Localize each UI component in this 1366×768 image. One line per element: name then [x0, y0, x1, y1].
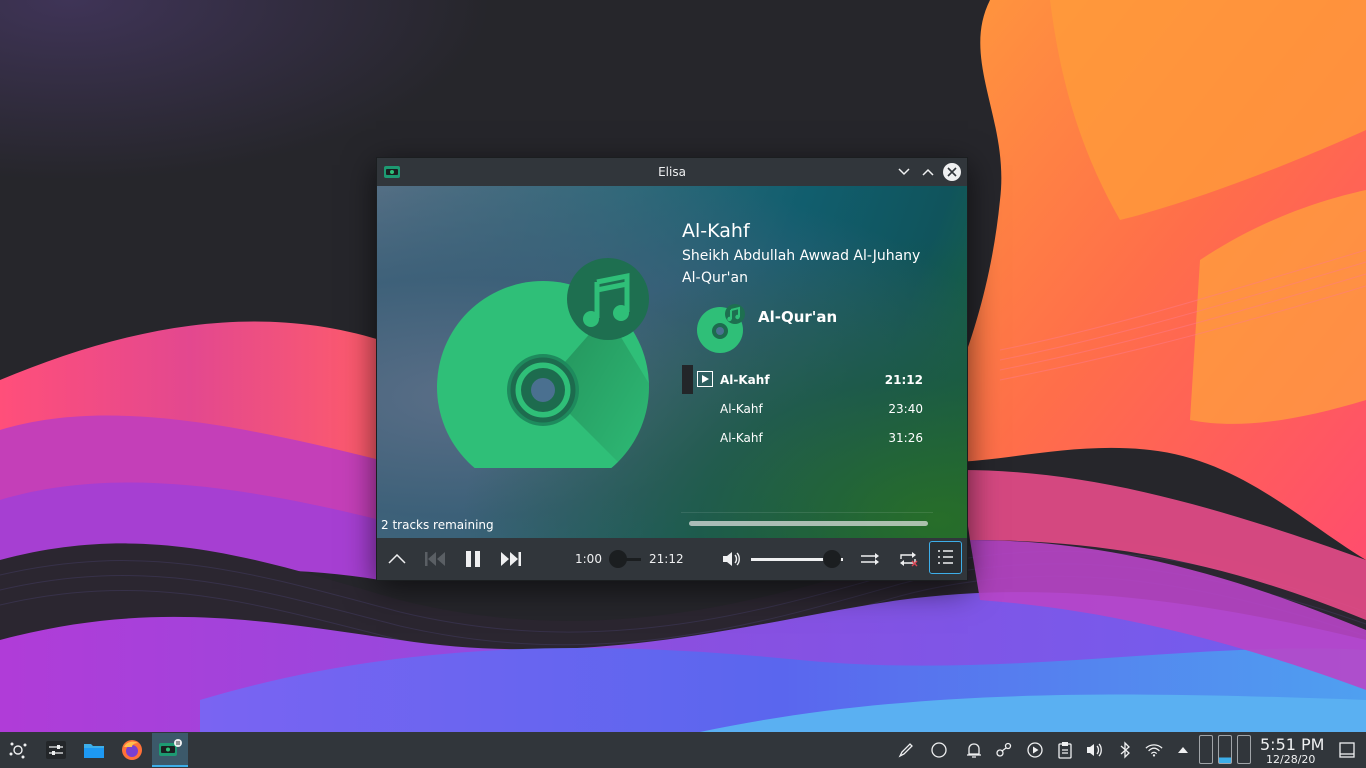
album-thumbnail [697, 304, 745, 353]
skip-forward-icon [501, 552, 521, 566]
notifications-tray[interactable] [965, 741, 983, 759]
kde-connect-icon [996, 742, 1012, 757]
pen-icon [898, 743, 913, 758]
pager-desktop-2[interactable] [1218, 735, 1232, 764]
album-cover-image [437, 258, 649, 468]
taskbar-file-manager[interactable] [82, 738, 106, 762]
track-name: Al-Kahf [720, 373, 770, 387]
network-tray[interactable] [1145, 741, 1163, 759]
track-name: Al-Kahf [720, 402, 763, 416]
clock-date[interactable]: 12/28/20 [1266, 753, 1315, 766]
pager-desktop-1[interactable] [1199, 735, 1213, 764]
volume-slider-handle[interactable] [822, 550, 841, 568]
chevron-down-icon [898, 168, 910, 176]
shuffle-button[interactable] [859, 549, 881, 569]
playlist-scrollbar[interactable] [689, 521, 928, 526]
close-icon [947, 167, 957, 177]
window-title: Elisa [658, 165, 686, 179]
taskbar-firefox[interactable] [120, 738, 144, 762]
play-circle-icon [1027, 742, 1043, 758]
pager-desktop-3[interactable] [1237, 735, 1251, 764]
media-player-tray[interactable] [1026, 741, 1044, 759]
expand-header-button[interactable] [387, 549, 407, 569]
taskbar-panel: 5:51 PM 12/28/20 [0, 732, 1366, 768]
repeat-button[interactable] [897, 549, 919, 569]
playlist-separator [681, 512, 933, 513]
repeat-off-icon [900, 552, 918, 567]
shuffle-icon [861, 553, 879, 565]
elisa-window: Elisa Al-Kahf Sheikh Abdullah Awwad Al-J… [376, 157, 968, 581]
taskbar-system-settings[interactable] [44, 738, 68, 762]
bluetooth-tray[interactable] [1116, 741, 1134, 759]
skip-back-icon [425, 552, 445, 566]
next-track-button[interactable] [499, 549, 523, 569]
track-duration: 23:40 [888, 402, 923, 416]
current-track-album: Al-Qur'an [682, 270, 748, 286]
total-time: 21:12 [649, 552, 684, 566]
window-titlebar[interactable]: Elisa [377, 158, 967, 186]
clipboard-tray[interactable] [1056, 741, 1074, 759]
application-launcher-button[interactable] [6, 738, 30, 762]
previous-track-button[interactable] [423, 549, 447, 569]
playlist-track-row[interactable]: Al-Kahf 21:12 [681, 365, 933, 394]
current-track-artist: Sheikh Abdullah Awwad Al-Juhany [682, 248, 921, 264]
playlist-album-header: Al-Qur'an [758, 308, 838, 326]
current-track-marker [682, 365, 693, 394]
elapsed-time: 1:00 [575, 552, 602, 566]
chevron-up-icon [388, 554, 406, 564]
pause-icon [466, 551, 480, 567]
bluetooth-icon [1120, 741, 1130, 759]
playback-controls-bar: 1:00 21:12 [377, 538, 967, 580]
current-track-title: Al-Kahf [682, 220, 750, 242]
kde-connect-tray[interactable] [995, 741, 1013, 759]
chevron-up-icon [922, 168, 934, 176]
tracks-remaining-label: 2 tracks remaining [381, 518, 494, 532]
elisa-app-icon [159, 739, 182, 756]
seek-slider-handle[interactable] [609, 550, 627, 568]
minimize-button[interactable] [895, 163, 913, 181]
annotate-tray[interactable] [897, 741, 915, 759]
playing-indicator-icon [697, 371, 713, 387]
maximize-button[interactable] [919, 163, 937, 181]
mute-button[interactable] [722, 549, 742, 569]
playlist-track-row[interactable]: Al-Kahf 23:40 [681, 394, 933, 423]
circle-icon [931, 742, 947, 758]
folder-icon [84, 744, 104, 758]
caret-up-icon [1178, 747, 1188, 753]
search-tray[interactable] [930, 741, 948, 759]
now-playing-header: Al-Kahf Sheikh Abdullah Awwad Al-Juhany … [377, 186, 967, 538]
kde-launcher-icon [9, 742, 27, 759]
tray-expander-button[interactable] [1174, 741, 1192, 759]
playlist-track-list: Al-Kahf 21:12 Al-Kahf 23:40 Al-Kahf 31:2… [681, 365, 933, 452]
taskbar-elisa-active[interactable] [152, 733, 188, 767]
clock-time[interactable]: 5:51 PM [1260, 735, 1324, 754]
track-name: Al-Kahf [720, 431, 763, 445]
settings-sliders-icon [46, 741, 66, 759]
alarm-bell-icon [967, 743, 981, 758]
volume-icon [723, 552, 740, 566]
playlist-track-row[interactable]: Al-Kahf 31:26 [681, 423, 933, 452]
pause-button[interactable] [463, 549, 483, 569]
show-playlist-button[interactable] [929, 541, 962, 574]
close-button[interactable] [943, 163, 961, 181]
track-duration: 21:12 [884, 373, 923, 387]
clipboard-icon [1058, 742, 1072, 759]
wifi-icon [1145, 744, 1163, 757]
firefox-icon [122, 740, 142, 760]
volume-tray[interactable] [1086, 741, 1104, 759]
volume-icon [1087, 743, 1102, 757]
track-duration: 31:26 [888, 431, 923, 445]
playlist-icon [938, 550, 953, 564]
show-desktop-button[interactable] [1338, 741, 1356, 759]
show-desktop-icon [1339, 742, 1355, 758]
